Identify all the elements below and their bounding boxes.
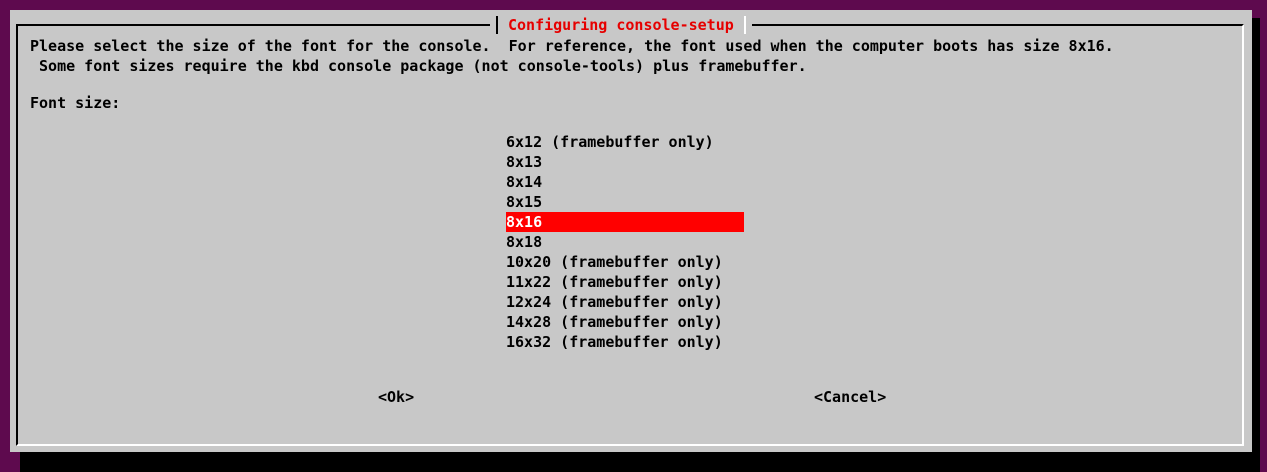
list-item[interactable]: 16x32 (framebuffer only) — [506, 332, 744, 352]
list-item-selected[interactable]: 8x16 — [506, 212, 744, 232]
list-item[interactable]: 8x18 — [506, 232, 744, 252]
list-item[interactable]: 6x12 (framebuffer only) — [506, 132, 744, 152]
dialog-shadow-right — [1252, 18, 1260, 472]
dialog-shadow-bottom — [20, 452, 1259, 472]
list-item[interactable]: 14x28 (framebuffer only) — [506, 312, 744, 332]
font-size-label: Font size: — [30, 94, 121, 112]
list-item[interactable]: 12x24 (framebuffer only) — [506, 292, 744, 312]
list-item[interactable]: 8x15 — [506, 192, 744, 212]
list-item[interactable]: 10x20 (framebuffer only) — [506, 252, 744, 272]
font-size-list[interactable]: 6x12 (framebuffer only) 8x13 8x14 8x15 8… — [506, 132, 744, 352]
message-line-2: Some font sizes require the kbd console … — [30, 57, 807, 75]
list-item[interactable]: 8x13 — [506, 152, 744, 172]
list-item[interactable]: 11x22 (framebuffer only) — [506, 272, 744, 292]
message-line-1: Please select the size of the font for t… — [30, 37, 1114, 55]
console-setup-dialog: Configuring console-setup Please select … — [10, 10, 1252, 452]
dialog-title-bar: Configuring console-setup — [490, 14, 752, 36]
dialog-message: Please select the size of the font for t… — [30, 36, 1114, 76]
ok-button[interactable]: <Ok> — [378, 388, 414, 406]
dialog-title: Configuring console-setup — [508, 16, 734, 34]
cancel-button[interactable]: <Cancel> — [814, 388, 886, 406]
list-item[interactable]: 8x14 — [506, 172, 744, 192]
title-right-bracket — [743, 16, 746, 34]
